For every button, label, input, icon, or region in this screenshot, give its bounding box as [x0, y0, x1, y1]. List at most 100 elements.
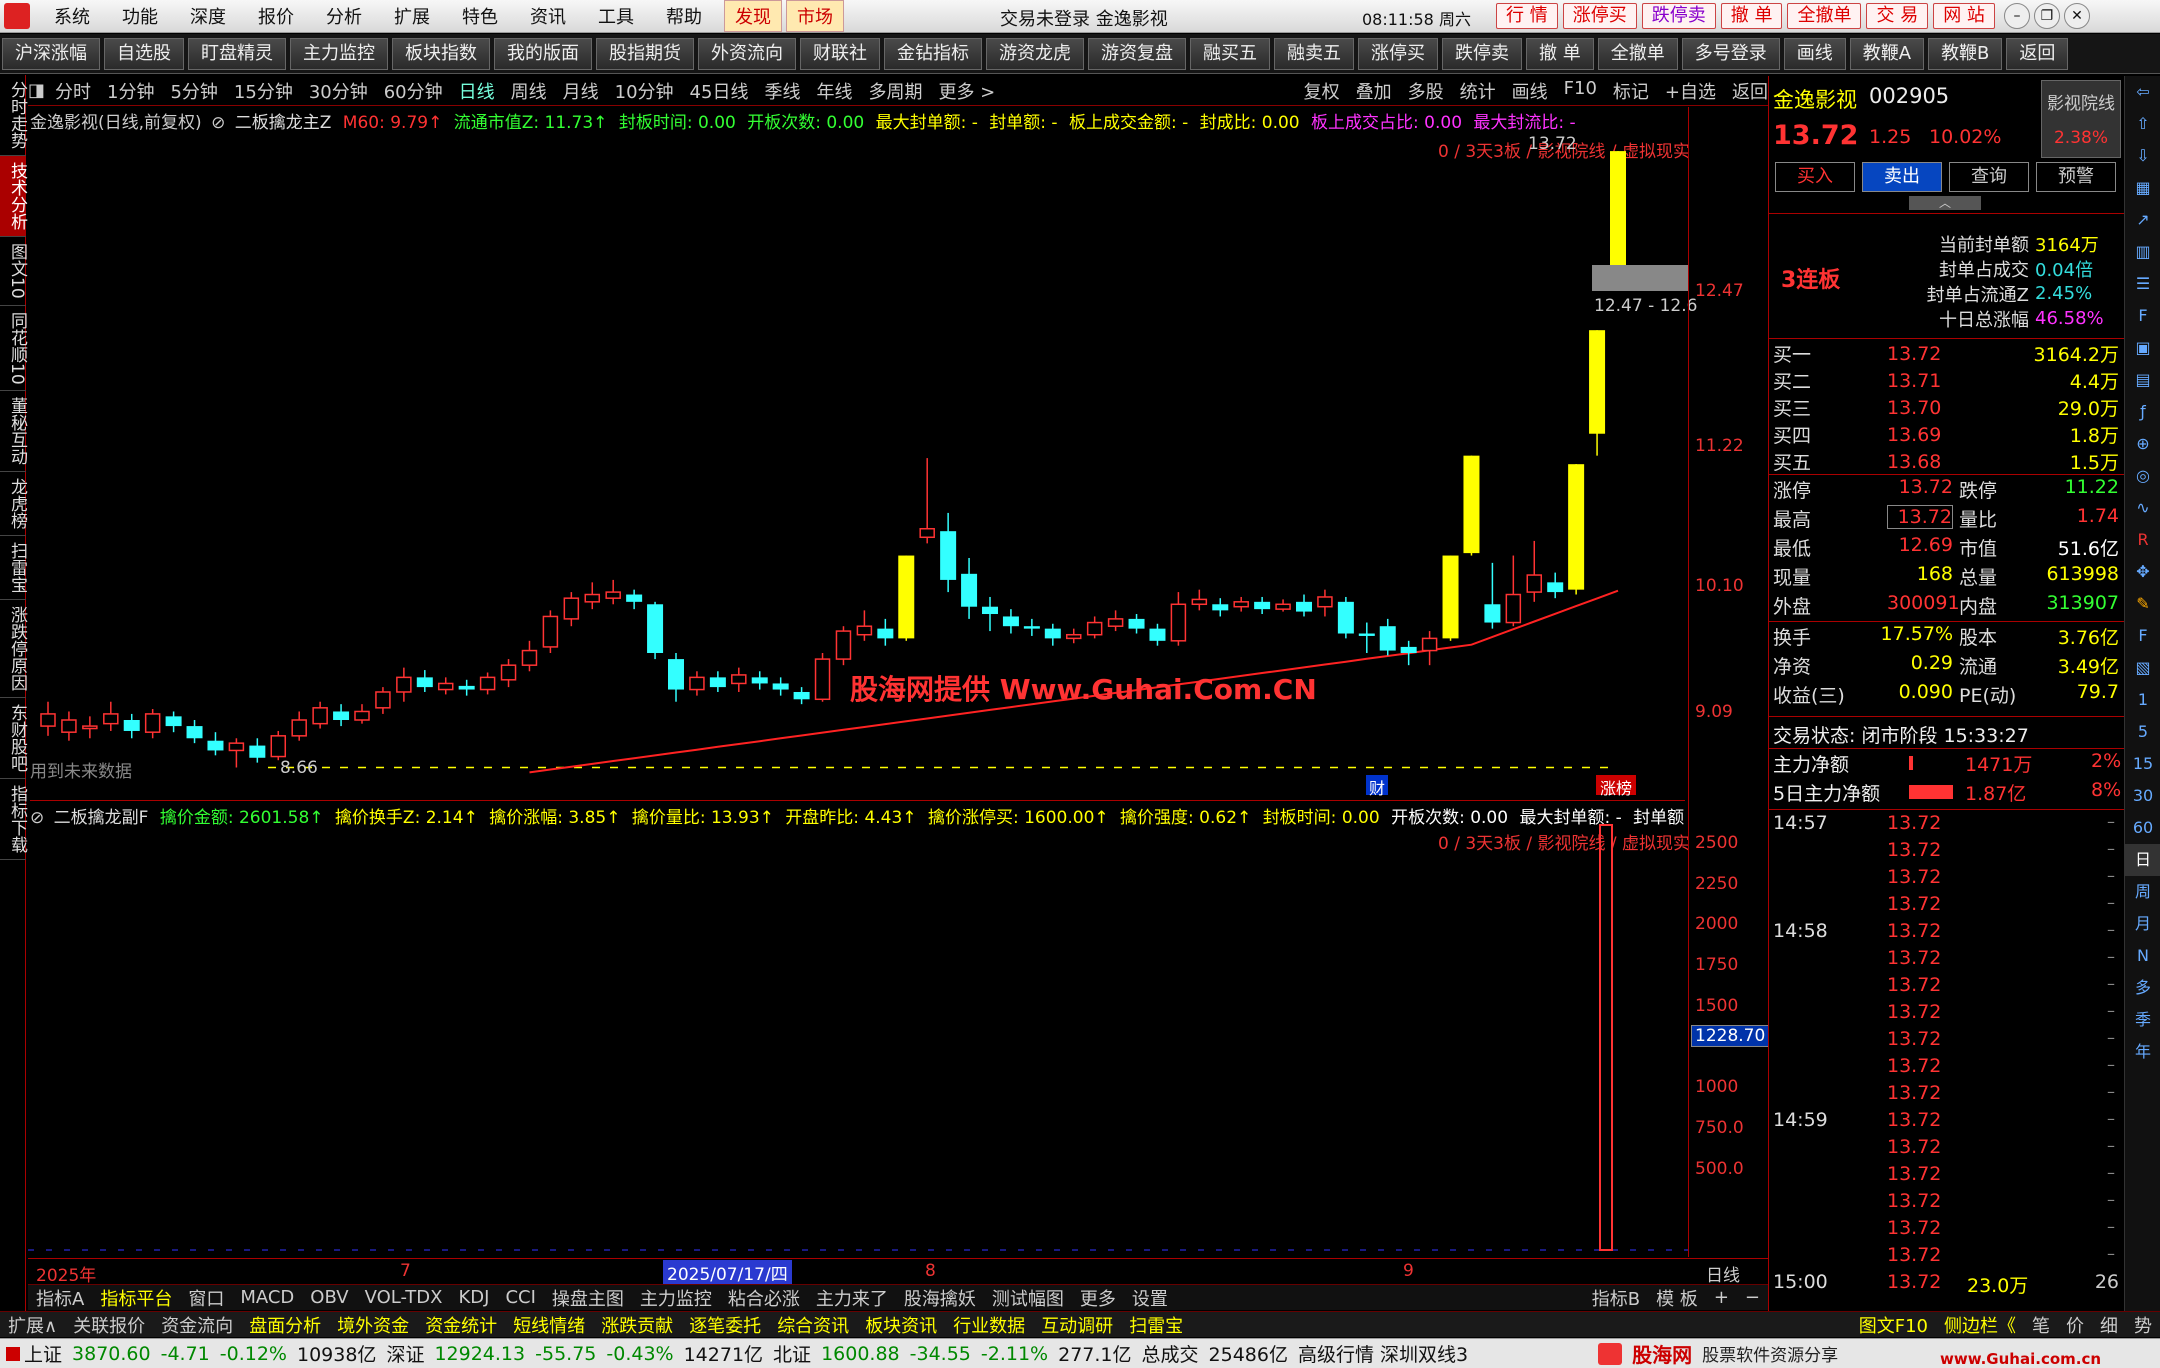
indicator-tab-0[interactable]: 指标A	[28, 1285, 92, 1311]
toolbar-button-12[interactable]: 融买五	[1190, 37, 1270, 70]
toolbar-button-6[interactable]: 股指期货	[596, 37, 694, 70]
sector-box[interactable]: 影视院线 2.38%	[2041, 80, 2121, 158]
side-period-11[interactable]: 年	[2125, 1036, 2160, 1068]
buy-button[interactable]: 买入	[1775, 162, 1855, 192]
menu-item-6[interactable]: 特色	[446, 3, 514, 29]
menu-item-4[interactable]: 分析	[310, 3, 378, 29]
period-tab-4[interactable]: 30分钟	[309, 78, 368, 104]
indicator-tab-3[interactable]: MACD	[232, 1287, 302, 1308]
toolbar-button-13[interactable]: 融卖五	[1274, 37, 1354, 70]
finance-marker[interactable]: 财	[1366, 775, 1388, 798]
arrow-up-icon[interactable]: ⇧	[2125, 108, 2160, 140]
indicator-tab-5[interactable]: VOL-TDX	[357, 1287, 451, 1308]
menu-item-5[interactable]: 扩展	[378, 3, 446, 29]
indicator-tab-14[interactable]: 更多	[1072, 1285, 1124, 1311]
ext-tab-3[interactable]: 盘面分析	[241, 1312, 329, 1338]
query-button[interactable]: 查询	[1949, 162, 2029, 192]
toolbar-button-8[interactable]: 财联社	[800, 37, 880, 70]
bz-label[interactable]: 北证	[773, 1340, 811, 1367]
trend-icon[interactable]: ↗	[2125, 204, 2160, 236]
ext-tab-4[interactable]: 境外资金	[329, 1312, 417, 1338]
toolbar-button-9[interactable]: 金钻指标	[884, 37, 982, 70]
menu-item-9[interactable]: 帮助	[650, 3, 718, 29]
sub-indicator-chart[interactable]	[28, 800, 1688, 1255]
toolbar-button-16[interactable]: 撤 单	[1526, 37, 1594, 70]
limit-up-buy-button[interactable]: 涨停买	[1562, 3, 1637, 29]
wave-icon[interactable]: ∿	[2125, 492, 2160, 524]
left-tab-3[interactable]: 同花顺10	[0, 306, 27, 392]
indicator-tab-15[interactable]: 设置	[1124, 1285, 1176, 1311]
ext-tab-5[interactable]: 资金统计	[417, 1312, 505, 1338]
menu-item-0[interactable]: 系统	[38, 3, 106, 29]
left-tab-2[interactable]: 图文10	[0, 237, 27, 306]
side-period-8[interactable]: N	[2125, 940, 2160, 972]
menu-item-8[interactable]: 工具	[582, 3, 650, 29]
clipboard-icon[interactable]: ▣	[2125, 332, 2160, 364]
top-list-marker[interactable]: 涨榜	[1596, 775, 1636, 798]
period-tab-13[interactable]: 多周期	[868, 78, 922, 104]
website-button[interactable]: 网 站	[1933, 3, 1995, 29]
rss-icon[interactable]: R	[2125, 524, 2160, 556]
period-tab-10[interactable]: 45日线	[690, 78, 749, 104]
indicator-tab-1[interactable]: 指标平台	[92, 1285, 180, 1311]
toolbar-button-7[interactable]: 外资流向	[698, 37, 796, 70]
period-tab-0[interactable]: 分时	[55, 78, 91, 104]
left-tab-4[interactable]: 董秘互动	[0, 391, 27, 473]
chart-tool-2[interactable]: 多股	[1408, 78, 1444, 104]
period-tab-6[interactable]: 日线	[459, 78, 495, 104]
chart-tool-8[interactable]: 返回	[1732, 78, 1768, 104]
bid-row-2[interactable]: 买三 13.70 29.0万	[1769, 394, 2125, 421]
toolbar-button-22[interactable]: 返回	[2006, 37, 2069, 70]
tick-list[interactable]: 14:57 13.72 – 13.72 – 13.72 – 13.72 – 14:58 13.72 –…	[1769, 812, 2125, 1298]
left-tab-6[interactable]: 扫雷宝	[0, 536, 27, 601]
bid-row-0[interactable]: 买一 13.72 3164.2万	[1769, 340, 2125, 367]
menu-item-3[interactable]: 报价	[242, 3, 310, 29]
left-tab-1[interactable]: 技术分析	[0, 156, 27, 237]
left-tab-7[interactable]: 涨跌停原因	[0, 600, 27, 699]
toolbar-button-4[interactable]: 板块指数	[392, 37, 490, 70]
toolbar-button-3[interactable]: 主力监控	[290, 37, 388, 70]
side-period-6[interactable]: 周	[2125, 876, 2160, 908]
arrow-down-icon[interactable]: ⇩	[2125, 140, 2160, 172]
left-tab-5[interactable]: 龙虎榜	[0, 472, 27, 537]
indicator-tab-11[interactable]: 主力来了	[808, 1285, 896, 1311]
speed-icon[interactable]: ⊕	[2125, 428, 2160, 460]
indicator-tab-17[interactable]: 模 板	[1648, 1285, 1706, 1311]
side-period-2[interactable]: 15	[2125, 748, 2160, 780]
minimize-icon[interactable]: –	[2003, 3, 2030, 29]
period-tab-8[interactable]: 月线	[563, 78, 599, 104]
ext-tab-1[interactable]: 关联报价	[65, 1312, 153, 1338]
close-icon[interactable]: ✕	[2063, 3, 2090, 29]
period-tab-9[interactable]: 10分钟	[615, 78, 674, 104]
ext-tab-7[interactable]: 涨跌贡献	[593, 1312, 681, 1338]
ext-tab-14[interactable]: 图文F10	[1851, 1312, 1936, 1338]
sz-label[interactable]: 深证	[386, 1340, 424, 1367]
note-icon[interactable]: ▤	[2125, 364, 2160, 396]
ext-tab-16[interactable]: 笔	[2024, 1312, 2058, 1338]
ext-tab-12[interactable]: 互动调研	[1033, 1312, 1121, 1338]
indicator-tab-9[interactable]: 主力监控	[632, 1285, 720, 1311]
ext-tab-10[interactable]: 板块资讯	[857, 1312, 945, 1338]
indicator-tab-6[interactable]: KDJ	[450, 1287, 497, 1308]
chart-tool-0[interactable]: 复权	[1304, 78, 1340, 104]
chart-tool-3[interactable]: 统计	[1460, 78, 1496, 104]
chart-tool-5[interactable]: F10	[1564, 78, 1597, 104]
indicator-tab-12[interactable]: 股海擒妖	[896, 1285, 984, 1311]
ext-tab-0[interactable]: 扩展∧	[0, 1312, 65, 1338]
cancel-all-button[interactable]: 全撤单	[1787, 3, 1862, 29]
period-tab-12[interactable]: 年线	[816, 78, 852, 104]
side-period-0[interactable]: 1	[2125, 684, 2160, 716]
toolbar-button-21[interactable]: 教鞭B	[1928, 37, 2003, 70]
left-tab-9[interactable]: 指标下载	[0, 779, 27, 861]
ext-tab-9[interactable]: 综合资讯	[769, 1312, 857, 1338]
ext-tab-17[interactable]: 价	[2058, 1312, 2092, 1338]
chart-tool-4[interactable]: 画线	[1512, 78, 1548, 104]
sh-label[interactable]: 上证	[24, 1340, 62, 1367]
ext-tab-19[interactable]: 势	[2126, 1312, 2160, 1338]
indicator-tab-13[interactable]: 测试幅图	[984, 1285, 1072, 1311]
indicator-tab-18[interactable]: +	[1706, 1287, 1737, 1308]
indicator-tab-2[interactable]: 窗口	[180, 1285, 232, 1311]
bid-row-3[interactable]: 买四 13.69 1.8万	[1769, 421, 2125, 448]
toolbar-button-20[interactable]: 教鞭A	[1849, 37, 1925, 70]
trade-button[interactable]: 交 易	[1866, 3, 1929, 29]
